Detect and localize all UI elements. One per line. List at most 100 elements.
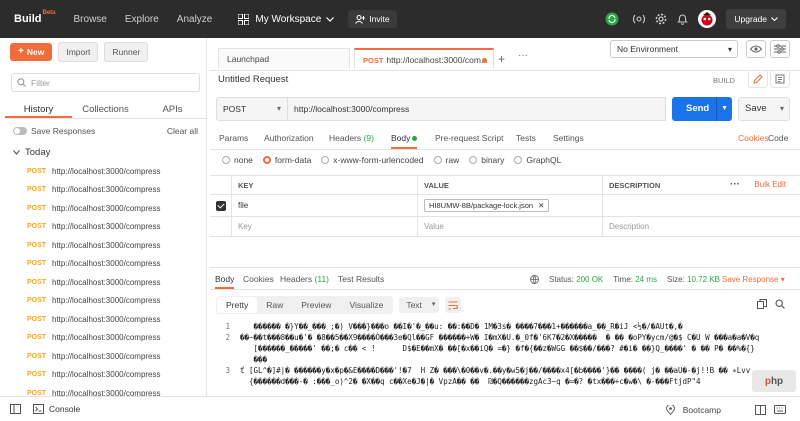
location-icon[interactable] — [665, 404, 675, 415]
bell-icon[interactable] — [677, 13, 689, 25]
send-options-chevron-icon[interactable]: ▼ — [716, 97, 732, 121]
radio-none[interactable]: none — [222, 155, 253, 165]
chevron-down-icon: ▾ — [276, 104, 281, 113]
environment-settings-icon[interactable] — [770, 40, 790, 58]
tab-authorization[interactable]: Authorization — [264, 133, 314, 143]
radio-circle — [321, 156, 330, 164]
bulk-edit-link[interactable]: Bulk Edit — [754, 180, 786, 189]
resp-tab-headers[interactable]: Headers (11) — [280, 274, 329, 284]
tab-body[interactable]: Body — [391, 133, 418, 149]
key-input[interactable]: Key — [232, 217, 418, 236]
runner-button[interactable]: Runner — [104, 41, 149, 62]
workspace-selector[interactable]: My Workspace — [238, 13, 335, 25]
more-tabs-icon[interactable]: ··· — [518, 50, 528, 61]
row-checkbox[interactable] — [215, 200, 226, 211]
toggle-switch[interactable] — [13, 127, 27, 135]
history-item[interactable]: POST http://localhost:3000/compress — [5, 366, 206, 385]
eye-icon[interactable] — [746, 40, 766, 58]
sidebar-toggle-icon[interactable] — [10, 404, 21, 414]
cookies-link[interactable]: Cookies — [738, 133, 769, 143]
history-item[interactable]: POST http://localhost:3000/compress — [5, 236, 206, 255]
new-tab-button[interactable]: + — [498, 52, 505, 66]
satellite-icon[interactable] — [633, 13, 646, 25]
save-response-button[interactable]: Save Response ▾ — [722, 275, 785, 284]
avatar[interactable] — [698, 10, 717, 28]
view-preview[interactable]: Preview — [292, 297, 340, 313]
history-item[interactable]: POST http://localhost:3000/compress — [5, 218, 206, 237]
keyboard-icon[interactable] — [774, 405, 786, 414]
format-select[interactable]: Text ▾ — [399, 297, 440, 313]
tab-settings[interactable]: Settings — [553, 133, 584, 143]
brand-logo[interactable]: BuildBeta — [14, 10, 56, 25]
radio-x-www-form-urlencoded[interactable]: x-www-form-urlencoded — [321, 155, 424, 165]
format-label: Text — [406, 300, 422, 310]
history-item[interactable]: POST http://localhost:3000/compress — [5, 347, 206, 366]
row-description[interactable] — [603, 195, 800, 216]
history-item[interactable]: POST http://localhost:3000/compress — [5, 162, 206, 181]
view-raw[interactable]: Raw — [257, 297, 292, 313]
bootcamp-link[interactable]: Bootcamp — [683, 405, 721, 415]
resp-tab-body[interactable]: Body — [215, 274, 235, 289]
close-icon[interactable]: ✕ — [538, 201, 544, 210]
history-item[interactable]: POST http://localhost:3000/compress — [5, 181, 206, 200]
tab-params[interactable]: Params — [219, 133, 248, 143]
value-input[interactable]: Value — [418, 217, 603, 236]
history-item[interactable]: POST http://localhost:3000/compress — [5, 199, 206, 218]
search-icon[interactable] — [775, 299, 785, 309]
pencil-icon[interactable] — [748, 70, 768, 88]
tab-tests[interactable]: Tests — [516, 133, 536, 143]
sync-icon[interactable] — [605, 12, 619, 26]
copy-icon[interactable] — [757, 299, 767, 309]
resp-tab-test-results[interactable]: Test Results — [338, 274, 384, 284]
radio-graphql[interactable]: GraphQL — [514, 155, 561, 165]
method-select[interactable]: POST ▾ — [216, 97, 288, 121]
send-button[interactable]: Send ▼ — [672, 97, 732, 121]
tab-headers[interactable]: Headers (9) — [329, 133, 374, 143]
history-item[interactable]: POST http://localhost:3000/compress — [5, 255, 206, 274]
tab-apis[interactable]: APIs — [139, 100, 206, 118]
radio-binary[interactable]: binary — [469, 155, 504, 165]
nav-analyze[interactable]: Analyze — [177, 14, 213, 25]
save-responses-toggle[interactable]: Save Responses — [13, 126, 95, 136]
history-item[interactable]: POST http://localhost:3000/compress — [5, 273, 206, 292]
tab-active-request[interactable]: POST http://localhost:3000/com... — [354, 48, 494, 69]
history-group-today[interactable]: Today — [5, 136, 206, 158]
view-visualize[interactable]: Visualize — [340, 297, 392, 313]
file-chip[interactable]: HI8UMW-8B/package-lock.json ✕ — [424, 199, 550, 212]
row-key[interactable]: file — [232, 195, 418, 216]
radio-form-data[interactable]: form-data — [262, 155, 311, 165]
nav-explore[interactable]: Explore — [125, 14, 159, 25]
console-button[interactable]: Console — [33, 404, 80, 414]
gear-icon[interactable] — [655, 13, 667, 25]
save-button[interactable]: Save ▾ — [738, 97, 790, 121]
nav-browse[interactable]: Browse — [74, 14, 107, 25]
import-button[interactable]: Import — [58, 41, 99, 62]
history-item[interactable]: POST http://localhost:3000/compress — [5, 292, 206, 311]
filter-input[interactable]: Filter — [11, 73, 200, 92]
resp-tab-cookies[interactable]: Cookies — [243, 274, 274, 284]
history-method: POST — [27, 315, 47, 323]
documentation-icon[interactable] — [770, 70, 790, 88]
layout-columns-icon[interactable] — [755, 404, 766, 415]
radio-label: binary — [481, 155, 505, 165]
new-button[interactable]: + New — [10, 42, 53, 61]
invite-button[interactable]: Invite — [348, 10, 397, 28]
tab-collections[interactable]: Collections — [72, 100, 139, 118]
history-item[interactable]: POST http://localhost:3000/compress — [5, 310, 206, 329]
history-item[interactable]: POST http://localhost:3000/compress — [5, 329, 206, 348]
request-title[interactable]: Untitled Request — [218, 74, 288, 85]
environment-select[interactable]: No Environment ▾ — [610, 40, 738, 58]
url-input[interactable]: http://localhost:3000/compress — [288, 97, 666, 121]
clear-all-link[interactable]: Clear all — [167, 126, 198, 136]
view-pretty[interactable]: Pretty — [217, 297, 258, 313]
wrap-lines-icon[interactable] — [445, 297, 462, 313]
tab-prerequest-script[interactable]: Pre-request Script — [435, 133, 504, 143]
tab-launchpad[interactable]: Launchpad — [218, 48, 350, 69]
response-body-code[interactable]: 1 ������ �}Y��_��� ;�) V���}���o ��I�'�_… — [218, 321, 793, 397]
description-input[interactable]: Description — [603, 217, 800, 236]
more-options-icon[interactable]: ··· — [730, 179, 740, 190]
tab-history[interactable]: History — [5, 100, 72, 118]
code-link[interactable]: Code — [768, 133, 788, 143]
upgrade-button[interactable]: Upgrade — [726, 9, 786, 29]
radio-raw[interactable]: raw — [433, 155, 459, 165]
